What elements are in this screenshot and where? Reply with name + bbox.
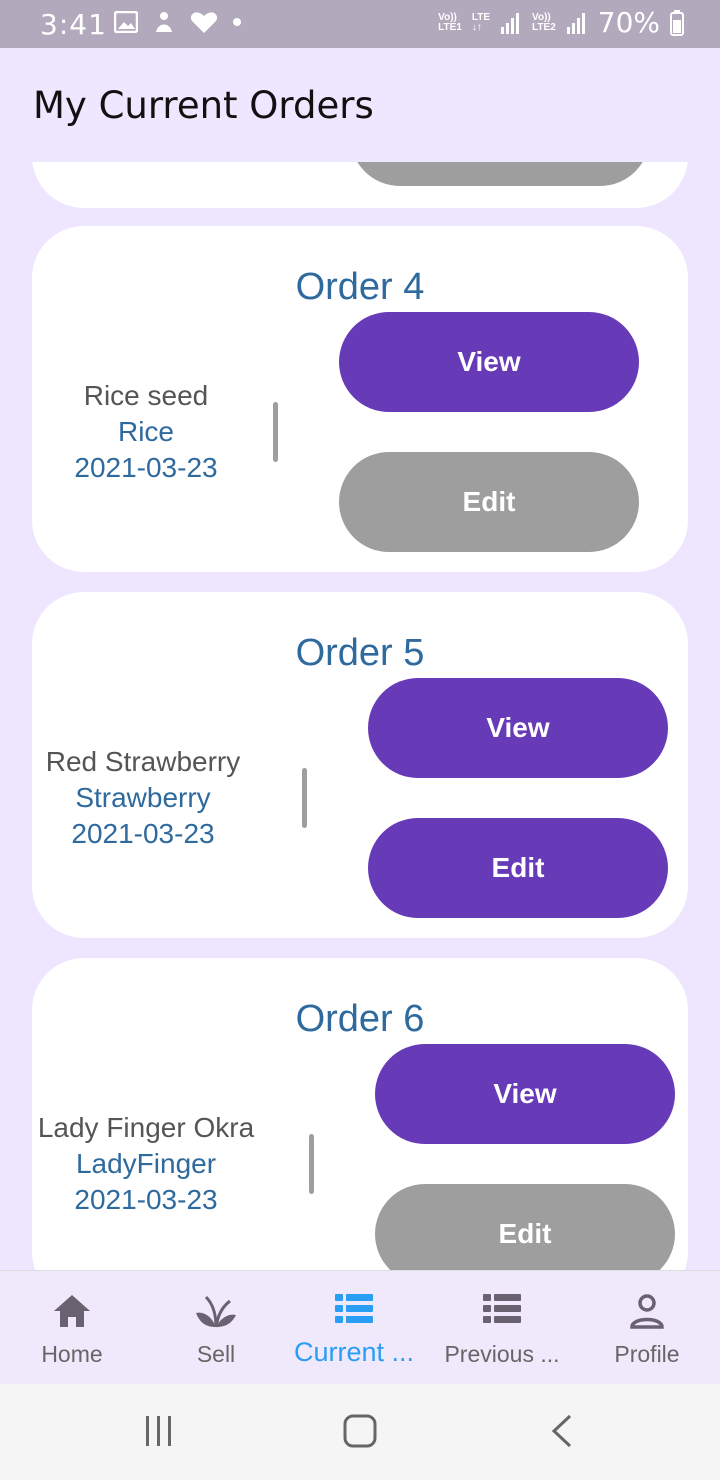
list-icon bbox=[483, 1294, 521, 1323]
view-button[interactable]: View bbox=[375, 1044, 675, 1144]
sim1-indicator: Vo)) LTE1 bbox=[438, 11, 462, 33]
back-icon[interactable] bbox=[548, 1414, 576, 1448]
product-name: Red Strawberry bbox=[45, 746, 241, 777]
health-icon bbox=[156, 12, 172, 32]
order-title: Order 6 bbox=[295, 998, 425, 1040]
order-card: Order 4 Rice seed Rice 2021-03-23 View E… bbox=[32, 226, 688, 572]
nav-sell[interactable]: Sell bbox=[144, 1271, 288, 1385]
divider bbox=[309, 1134, 314, 1194]
nav-profile[interactable]: Profile bbox=[575, 1271, 719, 1385]
product-name: Rice seed bbox=[83, 380, 209, 411]
data-arrows-icon: ↓↑ bbox=[471, 21, 482, 33]
order-date: 2021-03-23 bbox=[74, 1184, 218, 1215]
home-button-icon[interactable] bbox=[342, 1414, 378, 1448]
battery-percent: 70% bbox=[597, 6, 660, 39]
nav-current[interactable]: Current ... bbox=[282, 1271, 426, 1385]
lte-label: LTE bbox=[471, 11, 491, 23]
order-card: Order 5 Red Strawberry Strawberry 2021-0… bbox=[32, 592, 688, 938]
nav-label: Current ... bbox=[293, 1337, 415, 1367]
sim2-indicator: Vo)) LTE2 bbox=[532, 11, 556, 33]
edit-button-partial bbox=[350, 162, 650, 186]
divider bbox=[302, 768, 307, 828]
order-info: Lady Finger Okra LadyFinger 2021-03-23 bbox=[28, 1110, 264, 1218]
recent-apps-icon[interactable] bbox=[142, 1414, 176, 1448]
orders-list[interactable]: Order 4 Rice seed Rice 2021-03-23 View E… bbox=[0, 162, 720, 1270]
person-icon bbox=[630, 1294, 664, 1329]
product-name: Lady Finger Okra bbox=[37, 1112, 255, 1143]
nav-label: Sell bbox=[196, 1341, 236, 1367]
battery-icon bbox=[670, 9, 684, 36]
edit-button[interactable]: Edit bbox=[368, 818, 668, 918]
order-date: 2021-03-23 bbox=[71, 818, 215, 849]
sim2-top: Vo)) bbox=[532, 11, 551, 23]
order-title: Order 4 bbox=[295, 266, 425, 308]
system-nav-bar bbox=[0, 1384, 720, 1480]
sim1-bottom: LTE1 bbox=[438, 21, 462, 33]
divider bbox=[273, 402, 278, 462]
notification-icons bbox=[114, 10, 242, 34]
nav-home[interactable]: Home bbox=[0, 1271, 144, 1385]
order-card-partial bbox=[32, 162, 688, 208]
sim1-top: Vo)) bbox=[438, 11, 457, 23]
order-info: Red Strawberry Strawberry 2021-03-23 bbox=[32, 744, 254, 852]
status-bar: 3:41 Vo)) LTE1 LTE ↓↑ Vo)) LTE2 70% bbox=[0, 0, 720, 48]
nav-label: Home bbox=[41, 1341, 103, 1367]
product-category: Strawberry bbox=[75, 782, 211, 813]
view-button[interactable]: View bbox=[368, 678, 668, 778]
page-title: My Current Orders bbox=[33, 84, 374, 127]
nav-label: Previous ... bbox=[444, 1341, 560, 1367]
gallery-icon bbox=[114, 11, 138, 33]
order-title: Order 5 bbox=[295, 632, 425, 674]
home-icon bbox=[54, 1295, 90, 1327]
sim2-bottom: LTE2 bbox=[532, 21, 556, 33]
app-bar: My Current Orders bbox=[0, 48, 720, 162]
status-right: Vo)) LTE1 LTE ↓↑ Vo)) LTE2 70% bbox=[438, 6, 684, 39]
nav-label: Profile bbox=[614, 1341, 680, 1367]
dot-icon bbox=[233, 18, 241, 26]
order-date: 2021-03-23 bbox=[74, 452, 218, 483]
product-category: LadyFinger bbox=[75, 1148, 217, 1179]
order-info: Rice seed Rice 2021-03-23 bbox=[32, 378, 260, 486]
heart-icon bbox=[190, 12, 218, 34]
order-card: Order 6 Lady Finger Okra LadyFinger 2021… bbox=[32, 958, 688, 1270]
nav-previous[interactable]: Previous ... bbox=[430, 1271, 574, 1385]
sprout-icon bbox=[196, 1295, 236, 1328]
product-category: Rice bbox=[117, 416, 174, 447]
signal-icon bbox=[501, 12, 520, 34]
lte-indicator: LTE ↓↑ bbox=[471, 11, 491, 33]
view-button[interactable]: View bbox=[339, 312, 639, 412]
edit-button[interactable]: Edit bbox=[339, 452, 639, 552]
status-time: 3:41 bbox=[40, 8, 107, 41]
bottom-nav: Home Sell Current ... Previous ... Profi… bbox=[0, 1270, 720, 1384]
edit-button[interactable]: Edit bbox=[375, 1184, 675, 1270]
list-icon bbox=[335, 1294, 373, 1323]
signal-icon bbox=[566, 12, 585, 34]
